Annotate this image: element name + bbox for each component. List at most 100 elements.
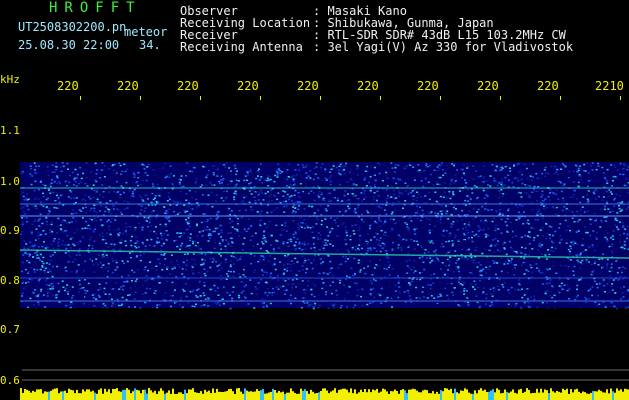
noise-pixel (355, 245, 358, 247)
noise-pixel (532, 260, 534, 262)
noise-pixel (292, 210, 295, 212)
noise-pixel (299, 283, 302, 285)
noise-pixel (211, 184, 214, 186)
noise-pixel (301, 269, 304, 271)
noise-pixel (366, 185, 368, 187)
noise-pixel (440, 295, 443, 297)
noise-pixel (283, 205, 286, 207)
noise-pixel (287, 238, 290, 241)
noise-pixel (361, 200, 364, 202)
noise-pixel (243, 167, 246, 169)
noise-pixel (250, 292, 253, 295)
noise-pixel (39, 253, 42, 256)
noise-pixel (253, 271, 256, 273)
noise-pixel (30, 255, 32, 258)
noise-pixel (58, 201, 61, 204)
noise-pixel (316, 219, 319, 222)
noise-pixel (171, 170, 174, 172)
noise-pixel (324, 168, 327, 170)
noise-pixel (342, 283, 344, 286)
noise-pixel (242, 243, 245, 245)
noise-pixel (294, 201, 297, 203)
noise-pixel (235, 183, 238, 186)
noise-pixel (163, 253, 166, 255)
noise-pixel (23, 211, 26, 214)
noise-pixel (433, 273, 436, 275)
noise-pixel (532, 163, 535, 165)
noise-pixel (544, 175, 547, 178)
noise-pixel (551, 296, 554, 299)
noise-pixel (52, 294, 55, 297)
noise-pixel (499, 213, 502, 215)
noise-pixel (303, 218, 306, 221)
noise-pixel (457, 267, 460, 270)
noise-pixel (408, 250, 411, 252)
noise-pixel (481, 292, 484, 294)
noise-pixel (67, 211, 70, 213)
noise-pixel (267, 195, 270, 198)
noise-pixel (357, 259, 360, 261)
noise-pixel (550, 240, 553, 243)
noise-pixel (228, 221, 231, 224)
noise-pixel (286, 169, 289, 171)
noise-pixel (607, 208, 610, 210)
noise-pixel (93, 240, 96, 242)
noise-pixel (370, 249, 373, 251)
noise-pixel (182, 208, 185, 211)
noise-pixel (553, 173, 556, 175)
noise-pixel (263, 230, 265, 233)
noise-pixel (82, 207, 85, 209)
noise-pixel (580, 252, 582, 254)
noise-pixel (573, 221, 576, 223)
noise-pixel (101, 253, 104, 256)
noise-pixel (216, 166, 219, 168)
noise-pixel (110, 298, 113, 300)
noise-pixel (293, 236, 296, 239)
noise-pixel (322, 282, 325, 284)
noise-pixel (229, 212, 232, 214)
noise-pixel (329, 260, 332, 263)
noise-pixel (209, 293, 212, 295)
noise-pixel (146, 279, 149, 281)
noise-pixel (169, 305, 172, 308)
noise-pixel (233, 196, 236, 198)
noise-pixel (84, 292, 87, 294)
noise-pixel (526, 177, 529, 180)
noise-pixel (31, 175, 34, 177)
noise-pixel (262, 258, 265, 261)
noise-pixel (562, 163, 564, 165)
noise-pixel (528, 193, 531, 196)
noise-pixel (544, 198, 547, 200)
noise-pixel (514, 288, 517, 291)
noise-pixel (591, 286, 594, 288)
noise-pixel (305, 271, 307, 274)
noise-pixel (303, 243, 306, 246)
noise-pixel (577, 230, 580, 232)
noise-pixel (245, 209, 247, 211)
noise-pixel (159, 286, 162, 288)
noise-pixel (338, 210, 341, 213)
noise-pixel (573, 194, 576, 196)
noise-pixel (400, 249, 403, 252)
noise-pixel (37, 220, 40, 222)
noise-pixel (589, 198, 592, 200)
noise-pixel (173, 210, 176, 213)
noise-pixel (209, 233, 212, 235)
noise-pixel (328, 228, 331, 230)
noise-pixel (392, 181, 395, 183)
noise-pixel (611, 193, 613, 195)
noise-pixel (194, 240, 197, 243)
noise-pixel (365, 239, 367, 241)
noise-pixel (249, 250, 252, 253)
noise-pixel (78, 180, 81, 182)
noise-pixel (240, 281, 243, 283)
noise-pixel (214, 208, 217, 210)
noise-pixel (559, 264, 562, 267)
noise-pixel (84, 289, 86, 292)
noise-pixel (345, 200, 348, 202)
noise-pixel (117, 167, 120, 169)
noise-pixel (329, 171, 331, 173)
noise-pixel (302, 297, 305, 299)
noise-pixel (22, 195, 25, 198)
noise-pixel (414, 236, 417, 238)
